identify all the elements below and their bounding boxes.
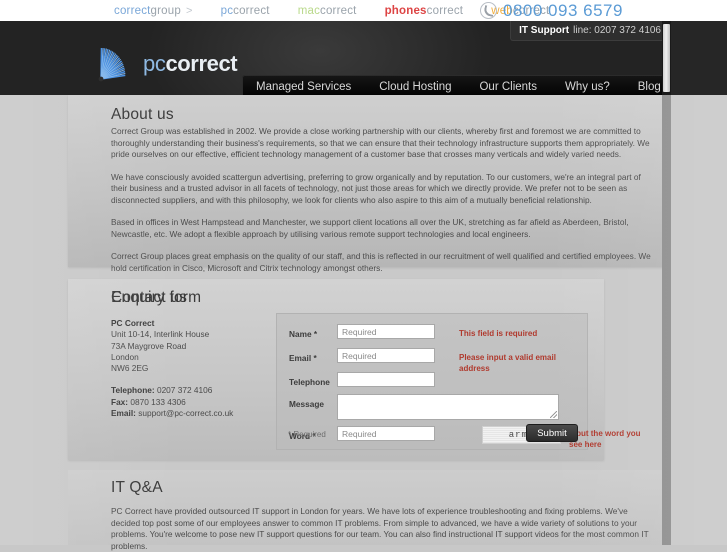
group-nav-item-correctgroup[interactable]: correctgroup > [100,5,207,17]
group-nav-item-phonescorrect[interactable]: phonescorrect [371,5,478,17]
group-nav-correctgroup-part1: correct [114,5,151,17]
scrollbar-thumb[interactable] [663,24,670,92]
chevron-right-icon: > [185,5,193,17]
phone-icon [480,2,497,19]
group-nav-maccorrect-part1: mac [297,5,321,17]
site-header: IT Support line: 0207 372 4106 pccorrect… [0,21,727,95]
site-logo[interactable]: pccorrect [95,43,238,85]
header-phone-number[interactable]: 0800 093 6579 [480,0,623,21]
phone-number-text: 0800 093 6579 [503,0,623,20]
fan-burst-logo-icon [98,47,126,82]
nav-item-managed-services[interactable]: Managed Services [242,81,365,93]
group-nav-item-pccorrect[interactable]: pccorrect [207,5,284,17]
web-page: correctgroup > pccorrect maccorrect phone… [0,0,727,551]
group-nav-correctgroup-part2: group [150,5,181,17]
group-nav-pccorrect-part2: correct [233,5,270,17]
group-nav-maccorrect-part2: correct [320,5,357,17]
page-sheen-overlay [0,95,727,545]
nav-item-our-clients[interactable]: Our Clients [465,81,551,93]
logo-wordmark: pccorrect [143,51,238,77]
it-support-label: IT Support [519,25,570,36]
it-support-badge: IT Support line: 0207 372 4106 [510,21,670,41]
nav-item-why-us[interactable]: Why us? [551,81,624,93]
logo-wordmark-part1: pc [143,51,166,76]
group-nav-phonescorrect-part2: correct [426,5,464,17]
main-navigation: Managed Services Cloud Hosting Our Clien… [242,75,664,95]
nav-item-cloud-hosting[interactable]: Cloud Hosting [365,81,465,93]
group-nav-item-maccorrect[interactable]: maccorrect [284,5,371,17]
logo-wordmark-part2: correct [165,51,238,76]
group-nav-phonescorrect-part1: phones [384,5,427,17]
group-nav-pccorrect-part1: pc [220,5,234,17]
it-support-line: line: 0207 372 4106 [573,25,661,36]
